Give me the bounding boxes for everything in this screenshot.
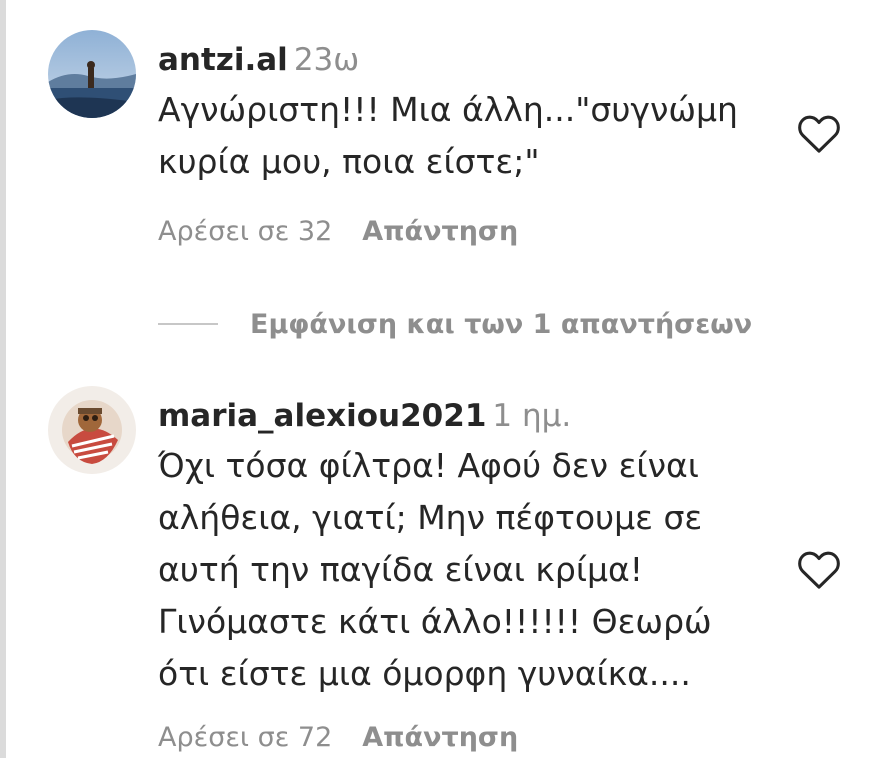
avatar-image	[48, 386, 136, 474]
like-button[interactable]	[796, 112, 842, 154]
reply-button[interactable]: Απάντηση	[362, 216, 518, 247]
username-link[interactable]: antzi.al	[158, 42, 288, 78]
comment-meta: Αρέσει σε 32 Απάντηση	[158, 214, 518, 250]
comment-text-line: Γινόμαστε κάτι άλλο!!!!!! Θεωρώ	[158, 602, 712, 641]
comment-text-line: ότι είστε μια όμορφη γυναίκα....	[158, 654, 691, 693]
likes-count[interactable]: Αρέσει σε 72	[158, 722, 332, 753]
comment-timestamp[interactable]: 1 ημ.	[492, 398, 571, 434]
heart-outline-icon	[798, 551, 840, 589]
avatar[interactable]	[48, 386, 136, 474]
comment-text: Όχι τόσα φίλτρα! Αφού δεν είναι αλήθεια,…	[158, 440, 712, 700]
comment-text-line: Αγνώριστη!!! Μια άλλη..."συγνώμη	[158, 90, 738, 129]
comment-timestamp[interactable]: 23ω	[294, 42, 359, 78]
comment-header: antzi.al 23ω	[158, 38, 359, 82]
view-replies-button[interactable]: Εμφάνιση και των 1 απαντήσεων	[158, 306, 752, 342]
avatar-image	[48, 30, 136, 118]
left-border	[0, 0, 6, 758]
like-button[interactable]	[796, 548, 842, 590]
comment-text: Αγνώριστη!!! Μια άλλη..."συγνώμη κυρία μ…	[158, 84, 738, 188]
comment-text-line: κυρία μου, ποια είστε;"	[158, 142, 540, 181]
username-link[interactable]: maria_alexiou2021	[158, 398, 486, 434]
comment-text-line: αλήθεια, γιατί; Μην πέφτουμε σε	[158, 498, 703, 537]
comment-text-line: αυτή την παγίδα είναι κρίμα!	[158, 550, 643, 589]
replies-divider-line	[158, 323, 218, 325]
comment-text-line: Όχι τόσα φίλτρα! Αφού δεν είναι	[158, 446, 699, 485]
view-replies-label: Εμφάνιση και των 1 απαντήσεων	[250, 308, 753, 340]
likes-count[interactable]: Αρέσει σε 32	[158, 216, 332, 247]
comment-meta: Αρέσει σε 72 Απάντηση	[158, 720, 518, 756]
heart-outline-icon	[798, 115, 840, 153]
avatar[interactable]	[48, 30, 136, 118]
comment-header: maria_alexiou2021 1 ημ.	[158, 394, 571, 438]
reply-button[interactable]: Απάντηση	[362, 722, 518, 753]
